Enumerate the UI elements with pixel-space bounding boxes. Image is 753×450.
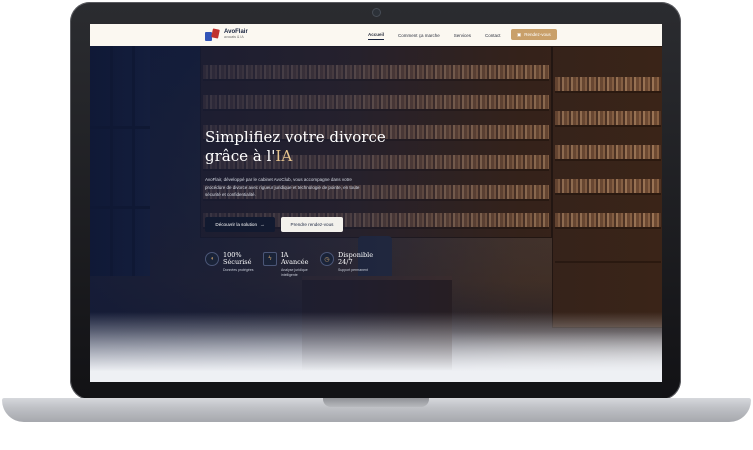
hero-description: AvoFlair, développé par le cabinet AvoCl… <box>205 177 360 197</box>
menu-item-contact[interactable]: Contact <box>485 31 501 40</box>
feature-subtitle: Support permanent <box>338 268 368 272</box>
feature-ai: ϟ IA Avancée Analyse juridique intellige… <box>263 252 321 277</box>
hero-title-highlight: IA <box>275 147 293 165</box>
laptop-notch <box>323 398 429 407</box>
feature-title: Disponible 24/7 <box>338 251 374 266</box>
laptop-screen: AvoFlair avocats & IA Accueil Comment ça… <box>90 24 662 382</box>
hero-title-line1: Simplifiez votre divorce <box>205 128 386 146</box>
menu-item-comment[interactable]: Comment ça marche <box>398 31 440 40</box>
hero-title: Simplifiez votre divorce grâce à l'IA <box>205 128 405 166</box>
feature-title: IA Avancée <box>281 251 309 266</box>
webcam-icon <box>373 9 380 16</box>
feature-available: ◷ Disponible 24/7 Support permanent <box>320 252 378 273</box>
brand-tagline: avocats & IA <box>224 35 244 40</box>
appointment-button[interactable]: ▣ Rendez-vous <box>511 29 557 40</box>
brand[interactable]: AvoFlair avocats & IA <box>205 27 248 42</box>
shield-icon: ◖ <box>205 252 219 266</box>
top-navbar: AvoFlair avocats & IA Accueil Comment ça… <box>90 24 662 46</box>
discover-button[interactable]: Découvrir la solution → <box>205 217 275 232</box>
menu-item-services[interactable]: Services <box>454 31 471 40</box>
laptop-mockup: AvoFlair avocats & IA Accueil Comment ça… <box>0 0 753 450</box>
feature-subtitle: Analyse juridique intelligente <box>281 268 308 277</box>
hero-section: Simplifiez votre divorce grâce à l'IA Av… <box>90 46 662 382</box>
appointment-label: Rendez-vous <box>524 32 551 37</box>
hero-title-line2: grâce à l'IA <box>205 147 293 165</box>
arrow-right-icon: → <box>260 222 265 227</box>
book-appointment-button[interactable]: Prendre rendez-vous <box>281 217 343 232</box>
bolt-icon: ϟ <box>263 252 277 266</box>
calendar-icon: ▣ <box>517 31 522 37</box>
clock-icon: ◷ <box>320 252 334 266</box>
menu-item-accueil[interactable]: Accueil <box>368 30 385 40</box>
feature-title: 100% Sécurisé <box>223 251 252 266</box>
feature-secure: ◖ 100% Sécurisé Données protégées <box>205 252 263 273</box>
logo-icon <box>205 27 220 42</box>
discover-button-label: Découvrir la solution <box>215 222 258 227</box>
feature-subtitle: Données protégées <box>223 268 254 272</box>
